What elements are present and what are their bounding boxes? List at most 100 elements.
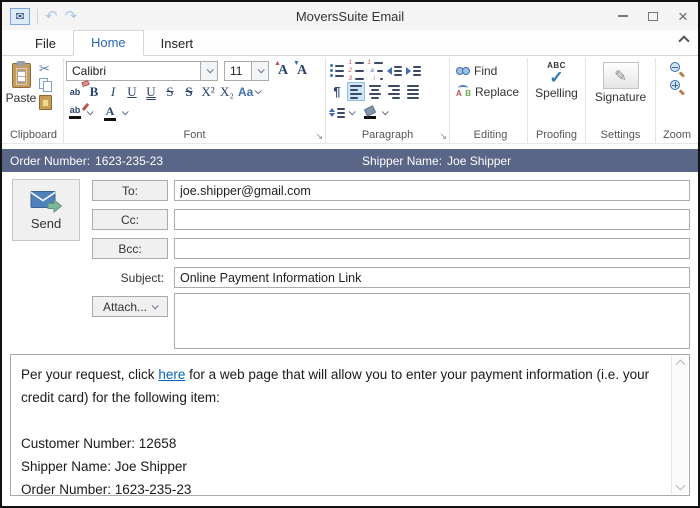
cc-button[interactable]: Cc: (92, 209, 168, 230)
underline-button[interactable]: U (123, 82, 141, 101)
font-size-dropdown[interactable] (251, 61, 268, 80)
clear-formatting-button[interactable]: ab (66, 79, 90, 101)
redo-icon[interactable]: ↷ (65, 9, 78, 24)
cc-input[interactable] (174, 209, 690, 230)
clipboard-group-label: Clipboard (9, 129, 58, 141)
body-scrollbar[interactable] (671, 356, 688, 494)
chevron-down-icon[interactable] (381, 108, 389, 116)
maximize-button[interactable] (638, 4, 668, 28)
attachments-box[interactable] (174, 293, 690, 349)
change-case-button[interactable]: Aa (237, 82, 263, 101)
zoom-in-button[interactable] (670, 80, 686, 95)
tab-insert[interactable]: Insert (144, 32, 211, 56)
font-size-combobox[interactable]: 11 (224, 60, 269, 81)
ribbon-group-settings: ✎ Signature Settings (586, 58, 656, 143)
bcc-input[interactable] (174, 238, 690, 259)
tab-home[interactable]: Home (72, 30, 144, 56)
to-input[interactable] (174, 180, 690, 201)
superscript-button[interactable]: X² (199, 82, 217, 101)
justify-icon (407, 84, 419, 99)
highlighter-icon: ab (70, 102, 90, 115)
scroll-down-icon[interactable] (675, 480, 685, 491)
italic-button[interactable]: I (104, 82, 122, 101)
minimize-button[interactable] (608, 4, 638, 28)
paste-label: Paste (5, 91, 37, 105)
order-info-bar: Order Number: 1623-235-23 Shipper Name: Jo… (2, 149, 698, 172)
multilevel-list-button[interactable]: 1 a i (366, 60, 384, 82)
paragraph-group-label: Paragraph (361, 129, 414, 141)
numbered-list-button[interactable]: 1 2 3 (347, 60, 365, 82)
paste-special-icon[interactable] (39, 95, 52, 110)
ribbon-group-font: Calibri 11 ▲A ▼A ab B I U U S S X² X₂ (64, 58, 326, 143)
ribbon-group-editing: Find AB Replace Editing (450, 58, 528, 143)
scroll-up-icon[interactable] (675, 359, 685, 370)
send-button[interactable]: Send (12, 179, 80, 241)
signature-label: Signature (594, 90, 647, 104)
cut-scissors-icon[interactable]: ✂ (39, 62, 52, 75)
find-button[interactable]: Find (456, 60, 525, 81)
title-bar: ✉ ↶ ↷ MoversSuite Email × (2, 2, 698, 30)
grow-font-button[interactable]: ▲ A (274, 59, 292, 80)
window-title: MoversSuite Email (295, 8, 405, 24)
paste-button[interactable]: Paste (6, 60, 36, 110)
font-family-combobox[interactable]: Calibri (66, 60, 218, 81)
replace-button[interactable]: AB Replace (456, 81, 525, 102)
zoom-out-button[interactable] (670, 62, 686, 77)
subscript-button[interactable]: X₂ (218, 82, 236, 101)
chevron-down-icon[interactable] (86, 108, 94, 116)
line-spacing-button[interactable] (328, 103, 346, 122)
text-highlight-button[interactable]: ab (66, 102, 90, 122)
double-underline-button[interactable]: U (142, 82, 160, 101)
font-color-button[interactable]: A (101, 103, 119, 122)
font-family-dropdown[interactable] (200, 61, 217, 80)
strikethrough-button[interactable]: S (161, 82, 179, 101)
replace-label: Replace (475, 84, 520, 99)
align-right-button[interactable] (385, 82, 403, 101)
shrink-font-button[interactable]: ▼ A (293, 59, 311, 80)
body-order-number-line: Order Number: 1623-235-23 (21, 482, 192, 497)
close-button[interactable]: × (668, 4, 698, 28)
align-left-button[interactable] (347, 82, 365, 101)
shading-button[interactable] (361, 103, 379, 122)
to-button[interactable]: To: (92, 180, 168, 201)
signature-button[interactable]: ✎ Signature (588, 60, 653, 104)
ribbon-group-clipboard: Paste ✂ Clipboard (4, 58, 64, 143)
double-strikethrough-button[interactable]: S (180, 82, 198, 101)
undo-icon[interactable]: ↶ (45, 9, 58, 24)
compose-area: Send To: Cc: Bcc: Subject: Attach... (2, 172, 698, 354)
attach-button[interactable]: Attach... (92, 296, 168, 317)
message-body[interactable]: Per your request, click here for a web p… (10, 354, 690, 497)
bullet-list-button[interactable] (328, 61, 346, 80)
justify-button[interactable] (404, 82, 422, 101)
paragraph-dialog-launcher[interactable]: ↘ (439, 132, 447, 141)
signature-pen-icon: ✎ (602, 62, 639, 89)
copy-icon[interactable] (39, 78, 52, 92)
increase-indent-button[interactable] (404, 61, 422, 80)
spelling-button[interactable]: ABC ✓ Spelling (530, 60, 583, 101)
order-number-label: Order Number: (10, 153, 91, 168)
body-shipper-name-line: Shipper Name: Joe Shipper (21, 459, 187, 474)
window-controls: × (608, 4, 698, 28)
decrease-indent-button[interactable] (385, 61, 403, 80)
bcc-button[interactable]: Bcc: (92, 238, 168, 259)
align-center-button[interactable] (366, 82, 384, 101)
chevron-down-icon (206, 66, 214, 74)
chevron-down-icon[interactable] (121, 108, 129, 116)
mail-app-icon[interactable]: ✉ (10, 7, 30, 25)
collapse-ribbon-button[interactable] (678, 35, 690, 47)
tab-file[interactable]: File (18, 32, 73, 56)
chevron-down-icon[interactable] (348, 108, 356, 116)
font-dialog-launcher[interactable]: ↘ (315, 132, 323, 141)
font-group-label: Font (183, 129, 206, 141)
show-paragraph-marks-button[interactable]: ¶ (328, 82, 346, 101)
payment-link[interactable]: here (158, 367, 185, 382)
spelling-label: Spelling (535, 86, 578, 101)
multilevel-list-icon: 1 a i (368, 60, 383, 82)
font-size-value: 11 (230, 63, 243, 78)
change-case-label: Aa (238, 84, 254, 99)
align-left-icon (350, 84, 362, 99)
close-icon: × (678, 6, 688, 26)
increase-indent-icon (405, 65, 421, 76)
binoculars-icon (456, 66, 470, 75)
subject-input[interactable] (174, 267, 690, 288)
